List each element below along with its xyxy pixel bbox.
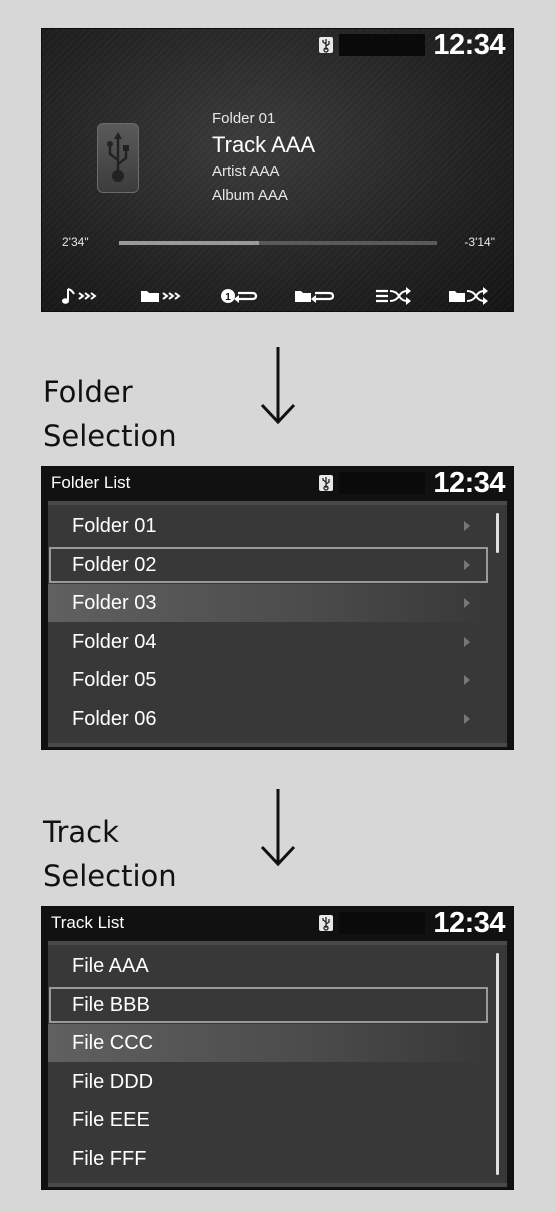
list-item-label: File FFF [72,1147,147,1170]
down-arrow-icon [260,347,296,425]
status-bar: 12:34 [42,29,513,61]
list-item-label: Folder 03 [72,592,157,614]
progress-bar[interactable] [119,241,437,245]
usb-status-icon [319,475,333,491]
usb-device-icon [97,123,139,193]
caption-line: Track [43,815,119,849]
scrollbar[interactable] [496,513,499,553]
list-item[interactable]: File BBB [48,986,489,1024]
clock: 12:34 [433,467,505,499]
status-area [339,472,425,494]
progress-fill [119,241,259,245]
artist-name: Artist AAA [212,163,280,180]
remaining-time: -3'14" [464,235,495,249]
scroll-thumb[interactable] [496,513,499,553]
track-list-screen: Track List 12:34 File AAA File BBB File CC… [41,906,514,1190]
list-item[interactable]: File FFF [48,1140,489,1178]
chevron-right-icon [464,675,470,685]
clock: 12:34 [433,29,505,61]
folder-name: Folder 01 [212,110,276,127]
list-title: Folder List [51,473,131,492]
folder-list: Folder 01 Folder 02 Folder 03 Folder 04 Fold… [48,501,507,747]
down-arrow-icon [260,789,296,867]
caption-line: Folder [43,375,133,409]
list-item[interactable]: File EEE [48,1101,489,1139]
track-title: Track AAA [212,132,316,157]
list-item-label: File AAA [72,955,149,977]
chevron-right-icon [464,521,470,531]
list-item-label: Folder 04 [72,630,157,653]
now-playing-screen: 12:34 Folder 01 Track AAA Artist AAA Alb… [41,28,514,312]
chevron-right-icon [464,598,470,608]
list-item[interactable]: Folder 06 [48,700,489,738]
caption-line: Selection [43,419,177,453]
list-item[interactable]: Folder 01 [48,507,489,545]
track-list: File AAA File BBB File CCC File DDD File EEE… [48,941,507,1187]
scroll-thumb[interactable] [496,953,499,1175]
scrollbar[interactable] [496,953,499,1175]
list-item[interactable]: Folder 02 [48,546,489,584]
playback-controls: 1 [42,281,513,311]
chevron-right-icon [464,713,470,724]
usb-status-icon [319,915,333,931]
clock: 12:34 [433,907,505,939]
shuffle-folder-icon[interactable] [439,285,499,309]
list-title: Track List [51,913,125,932]
list-item-label: Folder 02 [72,553,157,576]
status-area [339,34,425,56]
list-item-label: File BBB [72,993,150,1016]
list-item-label: Folder 05 [72,669,157,691]
repeat-one-icon[interactable]: 1 [208,285,268,309]
svg-text:1: 1 [225,292,231,303]
repeat-folder-icon[interactable] [285,285,345,309]
caption-line: Selection [43,859,177,893]
status-area [339,912,425,934]
folder-list-screen: Folder List 12:34 Folder 01 Folder 02 Fold… [41,466,514,750]
list-item-label: Folder 01 [72,515,157,537]
usb-status-icon [319,37,333,53]
folder-selection-caption: Folder Selection [43,370,177,458]
list-item[interactable]: Folder 05 [48,661,489,699]
list-item[interactable]: Folder 03 [48,584,489,622]
shuffle-icon[interactable] [362,285,422,309]
list-item-label: Folder 06 [72,707,157,730]
list-item[interactable]: File DDD [48,1063,489,1101]
list-item[interactable]: File CCC [48,1024,489,1062]
list-item-label: File EEE [72,1109,150,1131]
chevron-right-icon [464,636,470,647]
track-selection-caption: Track Selection [43,810,177,898]
list-item[interactable]: Folder 04 [48,623,489,661]
track-up-icon[interactable] [54,285,114,309]
album-name: Album AAA [212,187,288,204]
list-item-label: File CCC [72,1032,154,1054]
list-item-label: File DDD [72,1070,154,1093]
elapsed-time: 2'34" [62,235,89,249]
list-item[interactable]: File AAA [48,947,489,985]
folder-up-icon[interactable] [131,285,191,309]
chevron-right-icon [464,559,470,570]
